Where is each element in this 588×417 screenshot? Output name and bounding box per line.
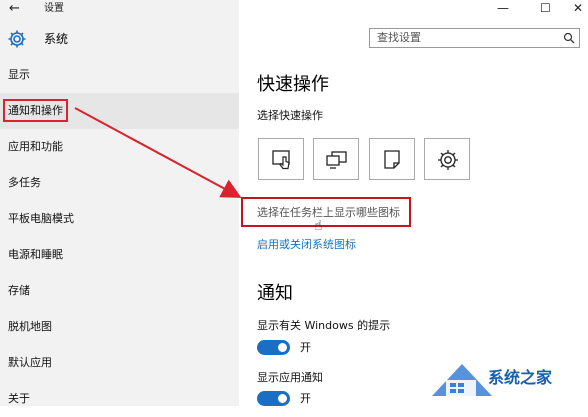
maximize-button[interactable]: ☐	[540, 0, 551, 18]
search-input[interactable]: 查找设置	[369, 28, 580, 48]
sidebar-item-offline-maps[interactable]: 脱机地图	[0, 309, 239, 345]
taskbar-icons-link[interactable]: 选择在任务栏上显示哪些图标	[257, 206, 400, 220]
note-icon	[384, 150, 400, 169]
search-placeholder: 查找设置	[377, 31, 421, 44]
minimize-button[interactable]: —	[497, 0, 509, 18]
sidebar-item-tablet-mode[interactable]: 平板电脑模式	[0, 201, 239, 237]
sidebar-item-about[interactable]: 关于	[0, 381, 239, 417]
sidebar-item-label: 通知和操作	[3, 99, 68, 122]
app-notifications-label: 显示应用通知	[257, 371, 323, 384]
quick-action-tablet-button[interactable]	[258, 138, 304, 180]
section-title: 系统	[44, 32, 69, 46]
sidebar-item-label: 电源和睡眠	[8, 248, 63, 261]
sidebar-item-apps-features[interactable]: 应用和功能	[0, 129, 239, 165]
sidebar-nav: 显示 通知和操作 应用和功能 多任务 平板电脑模式 电源和睡眠 存储 脱机地图 …	[0, 57, 239, 417]
windows-tips-state: 开	[300, 341, 311, 354]
hand-cursor-icon: ☝	[314, 218, 323, 234]
settings-sidebar: ← 设置 系统 显示 通知和操作 应用和功能 多任务 平板电脑模式 电源和睡眠 …	[0, 0, 239, 406]
tablet-touch-icon	[272, 150, 290, 170]
sidebar-item-label: 多任务	[8, 176, 41, 189]
quick-actions-heading: 快速操作	[257, 74, 329, 95]
gear-icon	[7, 29, 27, 49]
sidebar-item-label: 关于	[8, 392, 30, 405]
windows-tips-label: 显示有关 Windows 的提示	[257, 319, 391, 332]
window-title: 设置	[44, 3, 64, 14]
quick-action-settings-button[interactable]	[424, 138, 470, 180]
sidebar-item-label: 存储	[8, 284, 30, 297]
sidebar-item-power-sleep[interactable]: 电源和睡眠	[0, 237, 239, 273]
title-bar: ← 设置	[0, 0, 239, 18]
app-notifications-state: 开	[300, 392, 311, 405]
sidebar-item-notifications-actions[interactable]: 通知和操作	[0, 93, 239, 129]
quick-action-note-button[interactable]	[369, 138, 415, 180]
sidebar-item-default-apps[interactable]: 默认应用	[0, 345, 239, 381]
watermark-text: 系统之家	[488, 368, 553, 387]
quick-actions-subheading: 选择快速操作	[257, 109, 323, 122]
quick-action-project-button[interactable]	[313, 138, 359, 180]
sidebar-item-storage[interactable]: 存储	[0, 273, 239, 309]
gear-icon	[438, 150, 458, 170]
sidebar-item-display[interactable]: 显示	[0, 57, 239, 93]
system-icons-link[interactable]: 启用或关闭系统图标	[257, 238, 356, 252]
sidebar-item-label: 平板电脑模式	[8, 212, 74, 225]
sidebar-item-label: 默认应用	[8, 356, 52, 369]
search-icon	[563, 32, 575, 44]
sidebar-item-label: 应用和功能	[8, 140, 63, 153]
project-display-icon	[326, 151, 347, 169]
windows-tips-toggle[interactable]	[257, 340, 290, 355]
app-notifications-toggle[interactable]	[257, 391, 290, 406]
sidebar-item-label: 显示	[8, 68, 30, 81]
close-button[interactable]: ✕	[573, 0, 583, 18]
sidebar-item-multitasking[interactable]: 多任务	[0, 165, 239, 201]
back-arrow-icon[interactable]: ←	[9, 0, 20, 18]
notifications-heading: 通知	[257, 283, 293, 304]
sidebar-item-label: 脱机地图	[8, 320, 52, 333]
